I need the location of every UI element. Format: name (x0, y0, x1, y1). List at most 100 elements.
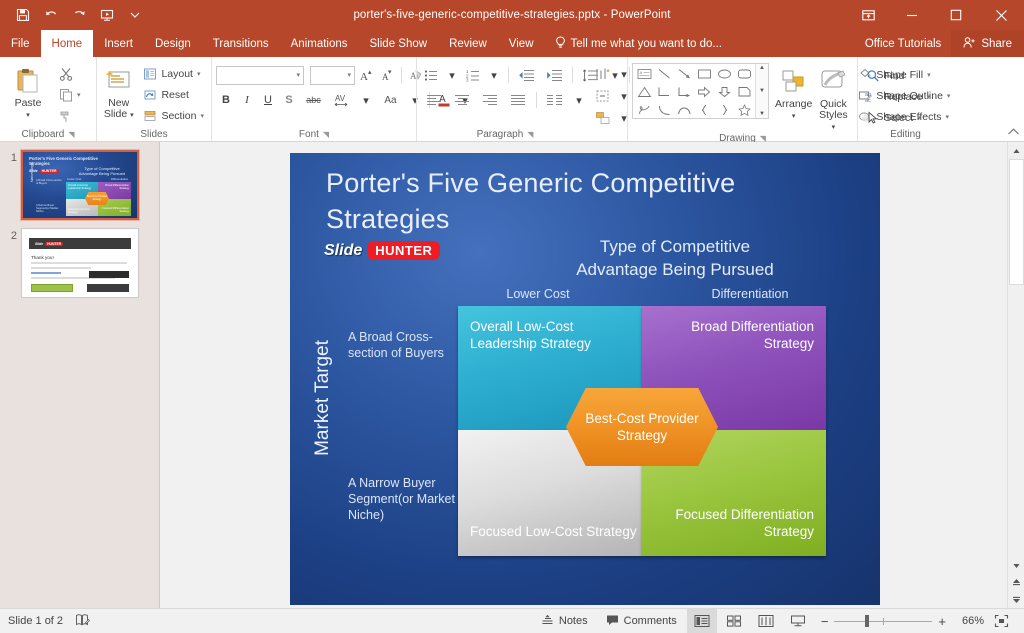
arrow-shape-icon[interactable] (674, 65, 694, 83)
format-painter-button[interactable] (55, 106, 84, 126)
zoom-slider-thumb[interactable] (865, 615, 869, 627)
tab-review[interactable]: Review (438, 30, 498, 57)
best-cost-provider-badge[interactable]: Best-Cost Provider Strategy (566, 388, 718, 466)
share-button[interactable]: Share (951, 30, 1024, 57)
change-case-button[interactable]: Aa (377, 90, 404, 110)
slide-show-view-button[interactable] (783, 609, 813, 633)
slide-surface[interactable]: Porter's Five Generic Competitive Strate… (290, 153, 880, 605)
bold-button[interactable]: B (216, 90, 236, 110)
shapes-scroll-down-icon[interactable]: ▼ (759, 88, 765, 94)
thumbnail-item-2[interactable]: 2 SlideHUNTER Thank you! (0, 220, 159, 298)
column-label-lower-cost[interactable]: Lower Cost (458, 287, 618, 301)
character-spacing-dropdown[interactable]: ▾ (356, 90, 376, 110)
collapse-ribbon-button[interactable] (1007, 127, 1020, 139)
quick-styles-button[interactable]: QuickStyles ▾ (818, 63, 848, 133)
select-button[interactable]: Select ▾ (862, 108, 933, 128)
align-text-button[interactable] (593, 64, 613, 84)
comments-button[interactable]: Comments (598, 609, 685, 633)
shapes-gallery[interactable]: A (632, 63, 769, 119)
line-shape-icon[interactable] (654, 65, 674, 83)
fit-slide-to-window-button[interactable] (986, 609, 1016, 633)
axis-label-market-target[interactable]: Market Target (308, 313, 338, 483)
down-arrow-shape-icon[interactable] (714, 83, 734, 101)
slide-thumbnail-pane[interactable]: 1 Porter's Five Generic Competitive Stra… (0, 142, 160, 608)
underline-button[interactable]: U (258, 90, 278, 110)
thumbnail-preview-2[interactable]: SlideHUNTER Thank you! (21, 228, 139, 298)
numbering-dropdown[interactable]: ▾ (484, 65, 504, 85)
slide-count-label[interactable]: Slide 1 of 2 (8, 615, 63, 627)
shapes-scroll-up-icon[interactable]: ▲ (759, 65, 765, 71)
left-brace-shape-icon[interactable] (694, 101, 714, 119)
axis-heading[interactable]: Type of Competitive Advantage Being Purs… (525, 235, 825, 281)
tab-home[interactable]: Home (41, 30, 94, 57)
star-shape-icon[interactable] (734, 101, 754, 119)
tab-slide-show[interactable]: Slide Show (359, 30, 439, 57)
numbering-button[interactable]: 123 (463, 65, 483, 85)
font-name-input[interactable]: ▾ (216, 66, 304, 85)
font-size-input[interactable]: ▾ (310, 66, 355, 85)
convert-smartart-button[interactable] (593, 108, 613, 128)
thumbnail-item-1[interactable]: 1 Porter's Five Generic Competitive Stra… (0, 142, 159, 220)
cut-button[interactable] (55, 64, 84, 84)
maximize-button[interactable] (934, 0, 978, 30)
decrease-indent-button[interactable] (513, 65, 540, 85)
zoom-level-label[interactable]: 66% (954, 615, 984, 627)
next-slide-button[interactable] (1008, 591, 1024, 608)
slide-title[interactable]: Porter's Five Generic Competitive Strate… (326, 165, 826, 237)
layout-button[interactable]: Layout ▾ (139, 64, 207, 84)
clipboard-dialog-launcher[interactable]: ◥ (68, 130, 74, 139)
scribble-shape-icon[interactable] (634, 101, 654, 119)
right-brace-shape-icon[interactable] (714, 101, 734, 119)
thumbnail-preview-1[interactable]: Porter's Five Generic Competitive Strate… (21, 150, 139, 220)
tab-animations[interactable]: Animations (280, 30, 359, 57)
copy-button[interactable]: ▾ (55, 85, 84, 105)
increase-font-size-button[interactable]: A▴ (356, 65, 376, 85)
bullets-button[interactable] (421, 65, 441, 85)
column-label-differentiation[interactable]: Differentiation (660, 287, 840, 301)
align-left-button[interactable] (421, 90, 448, 110)
tab-file[interactable]: File (0, 30, 41, 57)
columns-button[interactable] (541, 90, 568, 110)
text-box-shape-icon[interactable]: A (634, 65, 654, 83)
tab-design[interactable]: Design (144, 30, 202, 57)
scrollbar-track[interactable] (1008, 159, 1024, 557)
previous-slide-button[interactable] (1008, 574, 1024, 591)
font-dialog-launcher[interactable]: ◥ (323, 130, 329, 139)
bullets-dropdown[interactable]: ▾ (442, 65, 462, 85)
elbow-arrow-shape-icon[interactable] (674, 83, 694, 101)
tell-me-search[interactable]: Tell me what you want to do... (545, 30, 733, 57)
find-button[interactable]: Find (862, 66, 933, 86)
strikethrough-button[interactable]: abc (300, 90, 327, 110)
scroll-down-button[interactable] (1008, 557, 1024, 574)
triangle-shape-icon[interactable] (634, 83, 654, 101)
close-button[interactable] (978, 0, 1024, 30)
rounded-rectangle-shape-icon[interactable] (734, 65, 754, 83)
slide-sorter-view-button[interactable] (719, 609, 749, 633)
new-slide-button[interactable]: NewSlide ▾ (101, 62, 136, 121)
italic-button[interactable]: I (237, 90, 257, 110)
rectangle-shape-icon[interactable] (694, 65, 714, 83)
zoom-in-button[interactable]: + (938, 614, 946, 629)
shapes-gallery-scroll[interactable]: ▲ ▼ ▼ (755, 64, 768, 118)
right-arrow-shape-icon[interactable] (694, 83, 714, 101)
text-box-align-button[interactable] (593, 86, 613, 106)
tab-transitions[interactable]: Transitions (202, 30, 280, 57)
zoom-slider[interactable] (834, 615, 932, 627)
arrange-button[interactable]: Arrange▾ (775, 63, 812, 122)
accessibility-checker-icon[interactable] (75, 613, 90, 630)
row-label-narrow-buyer-segment[interactable]: A Narrow Buyer Segment(or Market Niche) (348, 475, 466, 523)
row-label-broad-cross-section[interactable]: A Broad Cross-section of Buyers (348, 329, 458, 361)
paragraph-dialog-launcher[interactable]: ◥ (527, 130, 533, 139)
curve-shape-icon[interactable] (674, 101, 694, 119)
reading-view-button[interactable] (751, 609, 781, 633)
increase-indent-button[interactable] (541, 65, 568, 85)
section-button[interactable]: Section ▾ (139, 106, 207, 126)
office-tutorials-link[interactable]: Office Tutorials (855, 30, 952, 57)
notes-button[interactable]: Notes (533, 609, 596, 633)
minimize-button[interactable] (890, 0, 934, 30)
replace-button[interactable]: abac Replace ▾ (862, 87, 933, 107)
elbow-connector-shape-icon[interactable] (654, 83, 674, 101)
align-right-button[interactable] (477, 90, 504, 110)
vertical-scrollbar[interactable] (1007, 142, 1024, 608)
normal-view-button[interactable] (687, 609, 717, 633)
